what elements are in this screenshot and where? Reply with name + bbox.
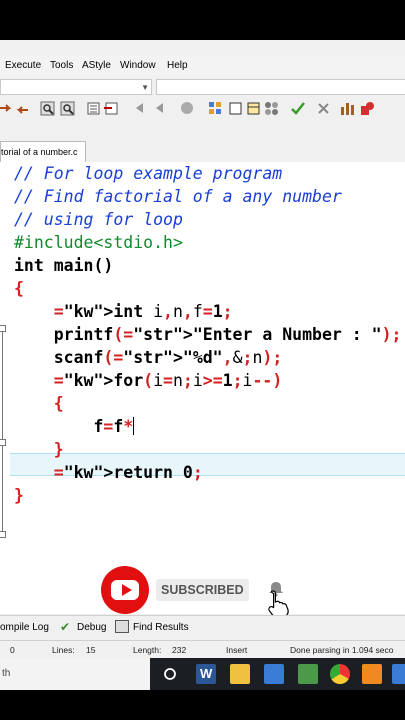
find-results-icon [115,620,129,633]
fold-line [2,332,3,532]
function-combo[interactable] [156,79,405,95]
dev-cpp-window: Execute Tools AStyle Window Help ▼ toria… [0,40,405,690]
status-col: 0 [10,645,15,655]
menu-astyle[interactable]: AStyle [82,60,111,71]
subscribed-label[interactable]: SUBSCRIBED [156,579,249,601]
youtube-icon[interactable] [101,566,149,614]
status-lines-label: Lines: [52,645,75,655]
chrome-icon[interactable] [330,664,350,684]
grid-icon[interactable] [208,101,223,116]
menu-execute[interactable]: Execute [5,60,41,71]
app-icon[interactable] [392,664,405,684]
fold-gutter [0,162,8,614]
back-icon[interactable] [134,101,149,116]
code-text[interactable]: // For loop example program// Find facto… [14,162,401,507]
code-line[interactable]: ="kw">for(i=n;i>=1;i--) [14,369,401,392]
status-mode: Insert [226,645,248,655]
app-icon[interactable] [362,664,382,684]
code-line[interactable]: scanf(="str">"%d",&;n); [14,346,401,369]
status-length-label: Length: [133,645,162,655]
code-line[interactable]: f=f* [14,415,401,438]
bookmark-icon[interactable] [104,101,119,116]
chevron-down-icon: ▼ [141,83,149,92]
status-bar: 0 Lines: 15 Length: 232 Insert Done pars… [0,640,405,659]
window-icon[interactable] [228,101,243,116]
subscribe-overlay[interactable]: SUBSCRIBED [101,566,253,614]
unindent-icon[interactable] [14,101,29,116]
compile-icon[interactable] [264,101,279,116]
chart-icon[interactable] [340,101,355,116]
mail-icon[interactable] [264,664,284,684]
code-line[interactable]: ="kw">return 0; [14,461,401,484]
check-icon[interactable] [290,101,305,116]
fold-end-marker [0,531,6,538]
code-line[interactable]: printf(="str">"Enter a Number : "); [14,323,402,346]
tab-compile-log[interactable]: ompile Log [0,622,49,633]
windows-search-icon[interactable] [160,664,180,684]
toolbar [0,98,405,120]
fold-marker[interactable] [0,325,6,332]
tab-debug[interactable]: Debug [77,622,106,633]
word-icon[interactable]: W [196,664,216,684]
check-icon: ✔ [60,620,71,634]
menu-tools[interactable]: Tools [50,60,73,71]
bottom-panel-tabs: ompile Log ✔ Debug Find Results [0,615,405,638]
search-icon[interactable] [40,101,55,116]
windows-taskbar: th W [0,658,405,690]
stop-icon[interactable] [180,101,195,116]
app-icon[interactable] [298,664,318,684]
code-line[interactable]: } [14,438,401,461]
close-icon[interactable] [316,101,331,116]
code-line[interactable]: // using for loop [14,208,401,231]
code-line[interactable]: ="kw">int i,n,f=1; [14,300,401,323]
file-explorer-icon[interactable] [230,664,250,684]
indent-icon[interactable] [0,101,15,116]
text-caret [133,417,135,435]
status-message: Done parsing in 1.094 seco [290,645,394,655]
class-combo[interactable]: ▼ [0,79,152,95]
code-editor[interactable]: // For loop example program// Find facto… [0,162,405,614]
debug-icon[interactable] [360,101,375,116]
list-icon[interactable] [86,101,101,116]
menu-help[interactable]: Help [167,60,188,71]
code-line[interactable]: int main() [14,254,401,277]
taskbar-search[interactable]: th [0,658,150,690]
menu-bar: Execute Tools AStyle Window Help [0,56,405,76]
status-lines-value: 15 [86,645,96,655]
code-line[interactable]: { [14,277,401,300]
menu-window[interactable]: Window [120,60,156,71]
editor-tabs: torial of a number.c [0,141,405,163]
code-line[interactable]: } [14,484,401,507]
code-line[interactable]: { [14,392,401,415]
code-line[interactable]: // For loop example program [14,162,401,185]
code-line[interactable]: #include<stdio.h> [14,231,401,254]
tab-find-results[interactable]: Find Results [133,622,189,633]
combo-row: ▼ [0,78,405,96]
window-split-icon[interactable] [246,101,261,116]
fold-marker[interactable] [0,439,6,446]
code-line[interactable]: // Find factorial of a any number [14,185,401,208]
find-replace-icon[interactable] [60,101,75,116]
forward-icon[interactable] [154,101,169,116]
file-tab[interactable]: torial of a number.c [0,141,86,162]
status-length-value: 232 [172,645,187,655]
